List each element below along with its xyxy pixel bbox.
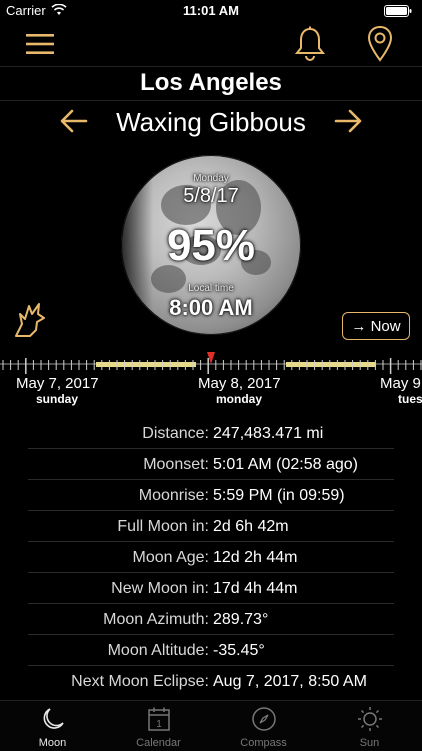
info-row: Moonrise: 5:59 PM (in 09:59): [0, 480, 422, 511]
menu-icon[interactable]: [26, 32, 54, 56]
info-value: 247,483.471 mi: [213, 425, 324, 442]
moon-time: 8:00 AM: [169, 295, 253, 320]
tab-moon[interactable]: Moon: [0, 701, 105, 751]
moon-info-list: Distance: 247,483.471 mi Moonset: 5:01 AM (…: [0, 418, 422, 697]
info-row: Distance: 247,483.471 mi: [0, 418, 422, 449]
bell-icon[interactable]: [294, 26, 326, 62]
calendar-number: 1: [156, 719, 162, 730]
info-label: Moon Altitude:: [107, 642, 209, 659]
info-value: 2d 6h 42m: [213, 518, 289, 535]
timeline-day-current: monday: [216, 392, 263, 406]
local-time-label: Local time: [188, 283, 234, 294]
timeline-ticks[interactable]: [0, 350, 422, 374]
timeline-date-next: May 9: [380, 375, 421, 392]
info-value: 5:59 PM (in 09:59): [213, 487, 345, 504]
compass-icon: [252, 707, 276, 731]
timeline-date-prev: May 7, 2017: [16, 375, 99, 392]
info-label: Next Moon Eclipse:: [71, 673, 209, 690]
info-value: 12d 2h 44m: [213, 549, 298, 566]
daylight-band: [96, 362, 196, 367]
tab-label: Moon: [38, 737, 67, 749]
info-row: Next Moon Eclipse: Aug 7, 2017, 8:50 AM: [0, 666, 422, 697]
moon-illumination: 95%: [166, 221, 256, 270]
tab-label: Compass: [240, 737, 287, 749]
timeline-day-prev: sunday: [36, 392, 79, 406]
info-value: 5:01 AM (02:58 ago): [213, 456, 358, 473]
tab-label: Sun: [359, 737, 380, 749]
info-row: Moon Age: 12d 2h 44m: [0, 542, 422, 573]
location-pin-icon[interactable]: [366, 25, 394, 63]
tab-compass[interactable]: Compass: [211, 701, 316, 751]
info-value: Aug 7, 2017, 8:50 AM: [213, 673, 367, 690]
next-arrow-icon[interactable]: [334, 108, 362, 134]
info-value: -35.45°: [213, 642, 265, 659]
tab-label: Calendar: [136, 737, 181, 749]
moon-image: Monday 5/8/17 95% Local time 8:00 AM: [121, 155, 301, 335]
phase-row: Waxing Gibbous: [0, 102, 422, 142]
info-label: Moonset:: [143, 456, 209, 473]
tab-calendar[interactable]: 1 Calendar: [106, 701, 211, 751]
sun-icon: [358, 707, 382, 731]
status-bar: Carrier 11:01 AM: [0, 0, 422, 22]
date-timeline[interactable]: May 7, 2017 sunday May 8, 2017 monday Ma…: [0, 350, 422, 410]
info-label: Moon Azimuth:: [103, 611, 209, 628]
info-row: Moon Altitude: -35.45°: [0, 635, 422, 666]
info-value: 17d 4h 44m: [213, 580, 298, 597]
clock: 11:01 AM: [183, 3, 239, 18]
info-label: Moon Age:: [132, 549, 210, 566]
nav-bar: [0, 22, 422, 67]
city-title[interactable]: Los Angeles: [0, 66, 422, 101]
info-label: New Moon in:: [111, 580, 209, 597]
wolf-howl-icon[interactable]: [12, 300, 48, 340]
battery-icon: [384, 5, 414, 20]
now-button[interactable]: → Now: [342, 312, 410, 340]
info-value: 289.73°: [213, 611, 269, 628]
moon-date: 5/8/17: [183, 185, 239, 207]
info-label: Full Moon in:: [117, 518, 209, 535]
timeline-date-current: May 8, 2017: [198, 375, 281, 392]
tab-sun[interactable]: Sun: [317, 701, 422, 751]
info-row: Moon Azimuth: 289.73°: [0, 604, 422, 635]
moon-display: Monday 5/8/17 95% Local time 8:00 AM: [121, 155, 301, 335]
info-label: Distance:: [142, 425, 209, 442]
info-label: Moonrise:: [138, 487, 209, 504]
moon-day: Monday: [193, 173, 229, 184]
timeline-day-next: tues: [398, 392, 422, 406]
info-row: Full Moon in: 2d 6h 42m: [0, 511, 422, 542]
calendar-icon: 1: [148, 707, 170, 731]
tab-bar: Moon 1 Calendar Compass Sun: [0, 700, 422, 751]
info-row: Moonset: 5:01 AM (02:58 ago): [0, 449, 422, 480]
moon-icon: [43, 708, 64, 729]
info-row: New Moon in: 17d 4h 44m: [0, 573, 422, 604]
